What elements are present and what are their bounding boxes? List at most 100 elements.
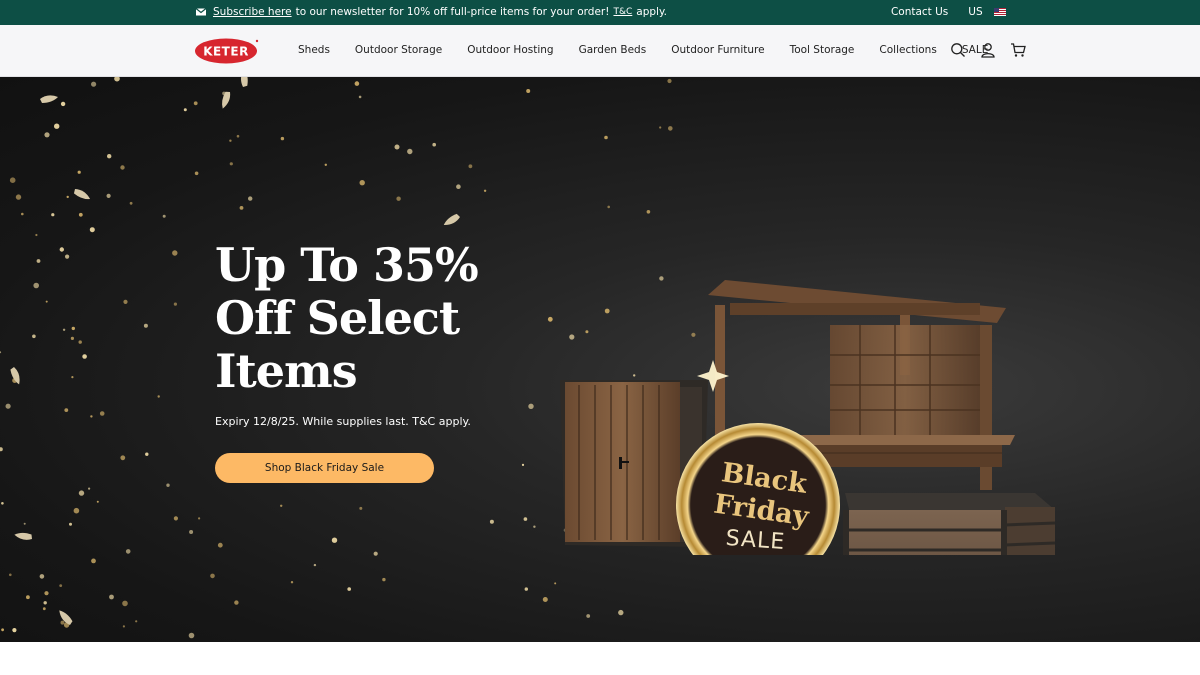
svg-text:KETER: KETER — [203, 45, 249, 59]
confetti-dot — [524, 587, 528, 591]
nav-garden-beds[interactable]: Garden Beds — [579, 44, 647, 56]
confetti-ribbon — [14, 532, 32, 540]
newsletter-promo: Subscribe here to our newsletter for 10%… — [195, 6, 667, 18]
confetti-dot — [166, 483, 170, 487]
confetti-dot — [586, 614, 591, 618]
contact-us-link[interactable]: Contact Us — [891, 6, 948, 18]
us-flag-icon — [994, 8, 1006, 16]
confetti-dot — [65, 254, 70, 259]
confetti-dot — [198, 517, 201, 520]
confetti-dot — [331, 537, 338, 543]
confetti-dot — [217, 542, 223, 548]
confetti-dot — [528, 403, 534, 409]
confetti-dot — [234, 600, 239, 605]
confetti-dot — [123, 299, 128, 304]
confetti-dot — [313, 563, 317, 567]
confetti-dot — [73, 507, 80, 514]
confetti-dot — [66, 195, 69, 199]
hero-headline: Up To 35% Off Select Items — [215, 238, 479, 398]
mail-icon — [195, 8, 207, 16]
confetti-dot — [82, 354, 87, 359]
confetti-dot — [189, 530, 194, 534]
confetti-dot — [210, 573, 215, 579]
confetti-dot — [91, 558, 96, 564]
confetti-dot — [236, 134, 240, 138]
confetti-dot — [0, 351, 2, 354]
confetti-dot — [60, 620, 65, 625]
confetti-dot — [54, 123, 60, 129]
confetti-dot — [44, 591, 49, 596]
confetti-dot — [122, 625, 125, 628]
confetti-dot — [32, 334, 36, 339]
confetti-dot — [229, 139, 232, 142]
shop-black-friday-button[interactable]: Shop Black Friday Sale — [215, 453, 434, 483]
nav-outdoor-hosting[interactable]: Outdoor Hosting — [467, 44, 553, 56]
confetti-dot — [96, 500, 99, 503]
confetti-dot — [42, 607, 46, 611]
confetti-dot — [109, 594, 114, 600]
hero-banner[interactable]: Up To 35% Off Select Items Expiry 12/8/2… — [0, 77, 1200, 642]
confetti-dot — [33, 282, 39, 289]
confetti-dot — [77, 170, 81, 174]
nav-tool-storage[interactable]: Tool Storage — [790, 44, 855, 56]
cart-icon[interactable] — [1010, 42, 1026, 58]
confetti-dot — [173, 516, 178, 521]
confetti-dot — [468, 164, 473, 169]
confetti-dot — [21, 212, 24, 216]
confetti-dot — [1, 502, 4, 505]
confetti-dot — [489, 519, 494, 524]
nav-sheds[interactable]: Sheds — [298, 44, 330, 56]
confetti-dot — [9, 177, 16, 183]
confetti-dot — [483, 189, 487, 192]
confetti-dot — [51, 213, 55, 217]
confetti-dot — [456, 184, 461, 189]
confetti-dot — [90, 415, 93, 418]
confetti-dot — [667, 78, 672, 84]
keter-logo[interactable]: KETER — [195, 38, 259, 64]
account-icon[interactable] — [980, 42, 996, 58]
badge-line3: SALE — [725, 526, 786, 555]
confetti-dot — [526, 89, 531, 93]
confetti-dot — [173, 302, 177, 306]
confetti-dot — [120, 165, 125, 170]
confetti-dot — [71, 376, 74, 379]
main-nav: Sheds Outdoor Storage Outdoor Hosting Ga… — [298, 44, 988, 56]
confetti-dot — [347, 587, 352, 591]
hero-expiry-text: Expiry 12/8/25. While supplies last. T&C… — [215, 415, 471, 428]
confetti-dot — [280, 504, 283, 507]
region-selector[interactable]: US — [968, 6, 1006, 18]
confetti-ribbon — [40, 95, 58, 103]
confetti-dot — [122, 600, 128, 607]
confetti-dot — [106, 193, 111, 198]
announcement-bar: Subscribe here to our newsletter for 10%… — [0, 0, 1200, 25]
confetti-dot — [91, 81, 97, 87]
confetti-dot — [9, 573, 12, 577]
confetti-dot — [172, 250, 178, 256]
confetti-dot — [157, 395, 160, 398]
header-icons — [950, 42, 1026, 58]
nav-outdoor-furniture[interactable]: Outdoor Furniture — [671, 44, 764, 56]
confetti-dot — [15, 194, 22, 200]
confetti-dot — [62, 328, 66, 331]
confetti-dot — [533, 525, 536, 528]
confetti-ribbon — [73, 189, 91, 200]
nav-outdoor-storage[interactable]: Outdoor Storage — [355, 44, 442, 56]
subscribe-link[interactable]: Subscribe here — [213, 6, 292, 18]
confetti-dot — [162, 214, 166, 218]
confetti-dot — [668, 126, 673, 131]
confetti-dot — [43, 601, 47, 605]
tc-link[interactable]: T&C — [613, 7, 632, 17]
confetti-dot — [432, 142, 437, 147]
confetti-dot — [36, 259, 41, 263]
confetti-dot — [70, 336, 74, 340]
confetti-dot — [71, 326, 76, 331]
nav-collections[interactable]: Collections — [879, 44, 936, 56]
confetti-dot — [89, 227, 95, 233]
confetti-dot — [45, 300, 48, 303]
confetti-dot — [135, 620, 138, 623]
confetti-dot — [35, 233, 38, 237]
confetti-dot — [64, 408, 69, 412]
confetti-dot — [183, 108, 187, 112]
search-icon[interactable] — [950, 42, 966, 58]
confetti-dot — [521, 463, 525, 466]
